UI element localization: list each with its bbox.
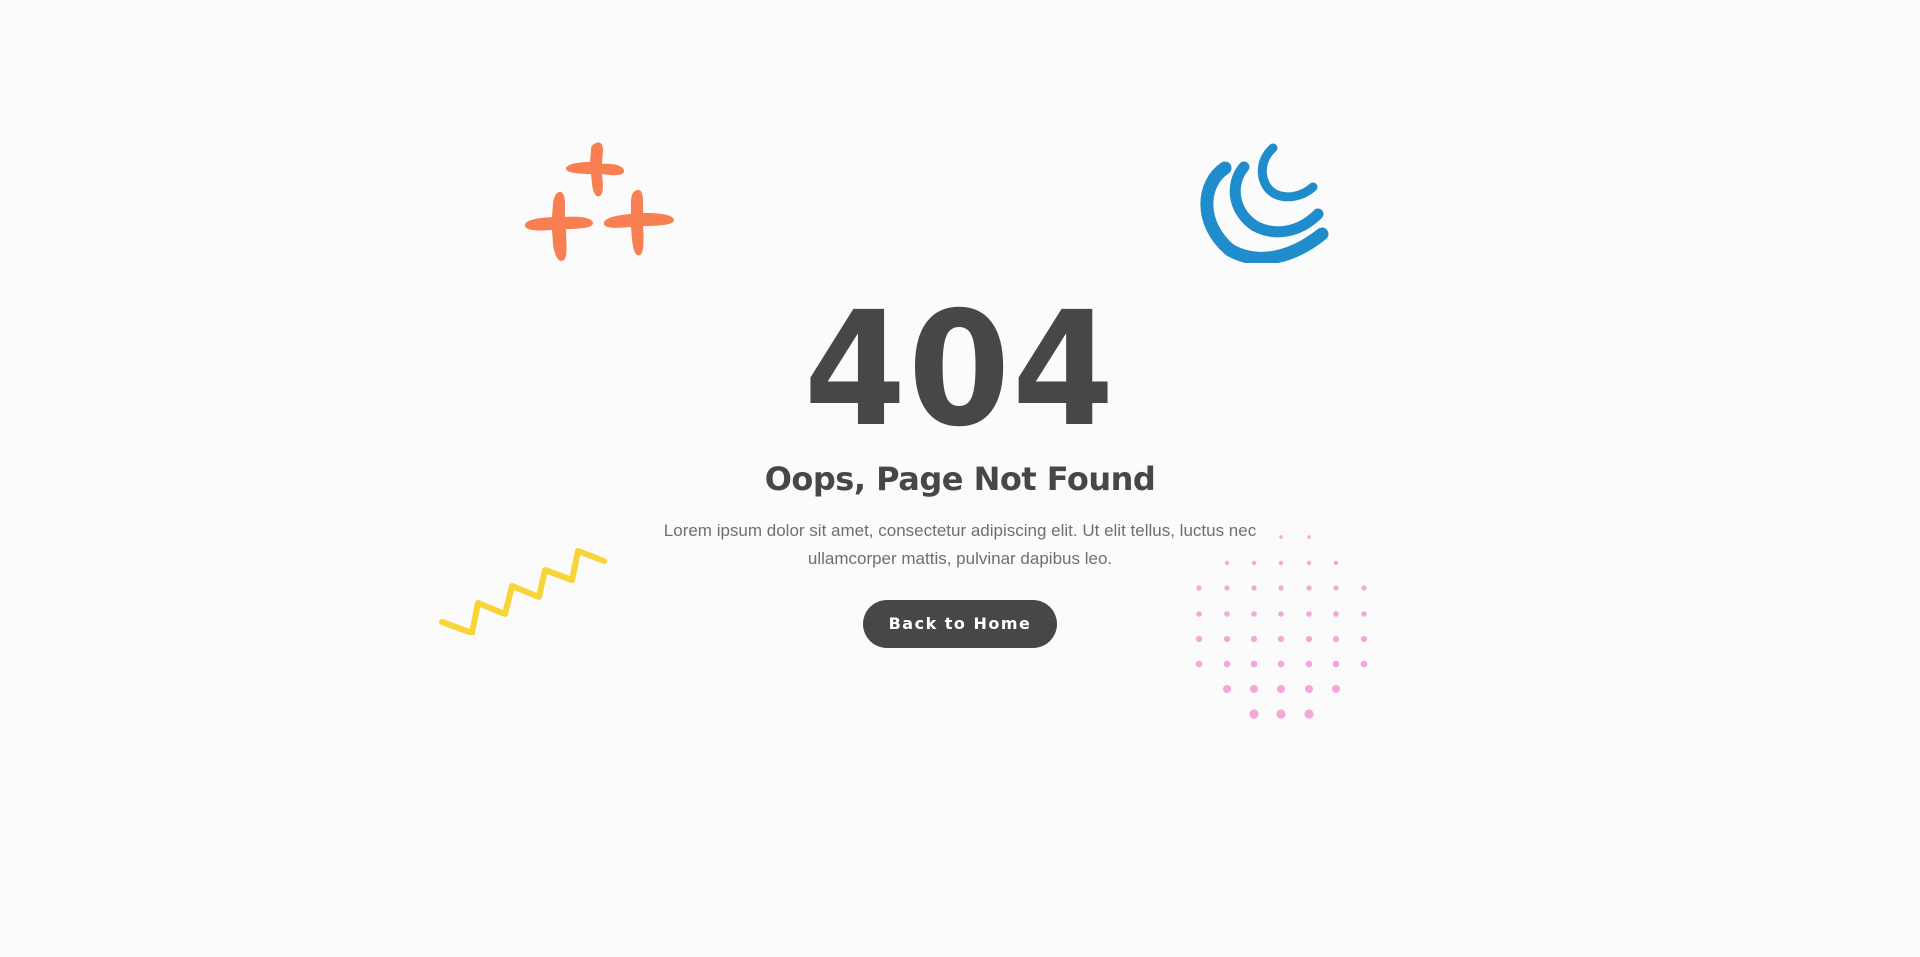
- error-code: 404: [803, 278, 1117, 462]
- error-title: Oops, Page Not Found: [764, 460, 1156, 498]
- error-description: Lorem ipsum dolor sit amet, consectetur …: [663, 521, 1257, 568]
- swirl-icon: [1200, 143, 1329, 263]
- error-page: 404 Oops, Page Not Found Lorem ipsum dol…: [0, 0, 1920, 957]
- error-content: 404 Oops, Page Not Found Lorem ipsum dol…: [560, 290, 1360, 648]
- back-to-home-button[interactable]: Back to Home: [863, 600, 1057, 648]
- plus-cluster-icon: [524, 142, 674, 261]
